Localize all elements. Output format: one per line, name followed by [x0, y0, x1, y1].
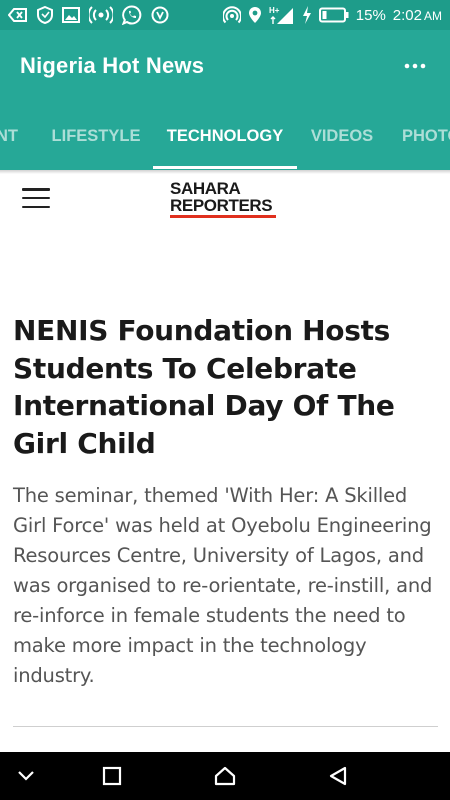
clock: 2:02 AM — [393, 7, 442, 24]
logo-line2: REPORTERS — [170, 196, 273, 215]
divider — [13, 726, 438, 727]
hamburger-menu-icon[interactable] — [22, 186, 50, 210]
logo-line1: SAHARA — [170, 179, 241, 198]
back-arrow-icon — [8, 5, 28, 25]
broadcast-icon — [89, 5, 113, 25]
tab-nt[interactable]: NT — [0, 102, 26, 170]
back-triangle-icon[interactable] — [310, 752, 366, 800]
tab-photo[interactable]: PHOTO — [393, 102, 450, 170]
tab-shadow — [0, 170, 450, 174]
whatsapp-icon — [122, 5, 142, 25]
app-title: Nigeria Hot News — [20, 53, 205, 78]
tab-videos[interactable]: VIDEOS — [297, 102, 387, 170]
charging-icon — [302, 5, 312, 25]
article-headline[interactable]: NENIS Foundation Hosts Students To Celeb… — [13, 312, 433, 462]
app-bar: Nigeria Hot News — [0, 30, 450, 102]
tab-technology[interactable]: TECHNOLOGY — [153, 102, 297, 170]
nav-down-icon[interactable] — [0, 752, 54, 800]
article-summary: The seminar, themed 'With Her: A Skilled… — [13, 484, 433, 687]
logo-underline — [170, 215, 276, 218]
status-bar-right: H+ 15% 2:02 AM — [222, 5, 442, 25]
home-icon[interactable] — [197, 752, 253, 800]
active-tab-indicator — [153, 166, 297, 169]
battery-icon — [318, 5, 349, 25]
sahara-reporters-logo[interactable]: SAHARA REPORTERS — [170, 180, 278, 220]
system-nav-bar — [0, 752, 450, 800]
tab-lifestyle[interactable]: LIFESTYLE — [38, 102, 154, 170]
status-bar-left — [8, 5, 169, 25]
status-bar: H+ 15% 2:02 AM — [0, 0, 450, 30]
image-icon — [62, 5, 80, 25]
more-vertical-icon[interactable] — [400, 51, 430, 81]
battery-percent: 15% — [355, 6, 386, 24]
svg-text:H+: H+ — [269, 6, 280, 15]
clock-time: 2:02 — [392, 6, 422, 24]
vpn-icon — [151, 5, 169, 25]
recents-square-icon[interactable] — [84, 752, 140, 800]
shield-icon — [37, 5, 53, 25]
category-tabs: NT LIFESTYLE TECHNOLOGY VIDEOS PHOTO — [0, 102, 450, 170]
hotspot-icon — [222, 5, 241, 25]
location-icon — [248, 5, 262, 25]
clock-ampm: AM — [424, 8, 442, 23]
signal-icon: H+ — [269, 5, 295, 25]
